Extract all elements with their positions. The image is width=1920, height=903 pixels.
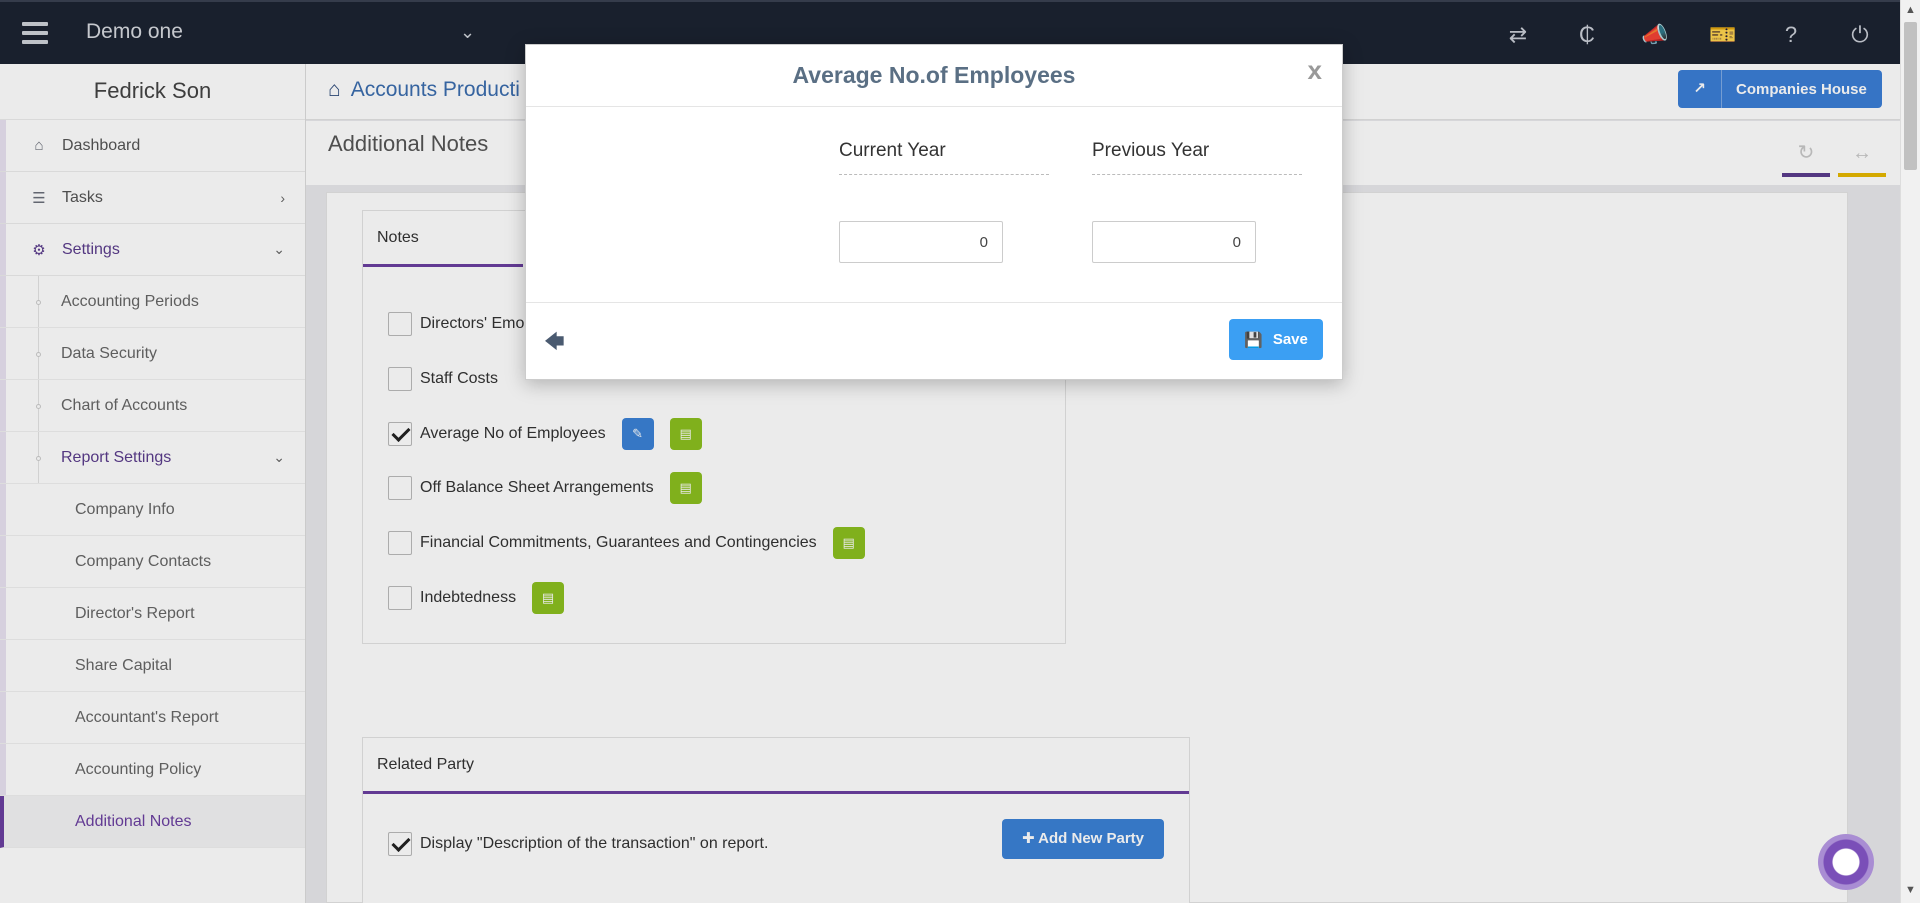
modal-footer: 🡄 💾 Save [526,302,1342,380]
floppy-icon: 💾 [1244,331,1263,349]
modal-title: Average No.of Employees [526,45,1342,107]
close-icon[interactable]: x [1308,55,1322,86]
scroll-thumb[interactable] [1904,22,1917,170]
current-year-input[interactable] [839,221,1003,263]
current-year-label: Current Year [839,140,1049,175]
previous-year-input[interactable] [1092,221,1256,263]
scroll-down-icon[interactable]: ▼ [1905,884,1916,896]
save-button[interactable]: 💾 Save [1229,319,1323,360]
back-arrow-icon[interactable]: 🡄 [544,327,565,361]
save-label: Save [1272,331,1308,348]
page-scrollbar[interactable]: ▲ ▼ [1900,0,1920,903]
previous-year-label: Previous Year [1092,140,1302,175]
scroll-up-icon[interactable]: ▲ [1905,4,1916,16]
chat-bubble-icon[interactable] [1818,834,1874,890]
average-employees-modal: Average No.of Employees x Current Year P… [525,44,1343,380]
